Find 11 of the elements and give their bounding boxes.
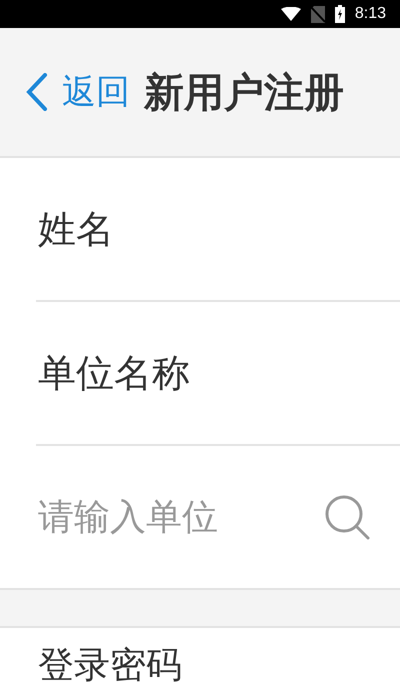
- field-label: 姓名: [38, 206, 114, 252]
- search-icon[interactable]: [324, 494, 370, 540]
- page-title: 新用户注册: [144, 68, 344, 118]
- chevron-left-icon: [26, 73, 48, 111]
- field-label: 登录密码: [38, 646, 182, 686]
- battery-charging-icon: [334, 5, 345, 23]
- no-sim-icon: [310, 6, 325, 22]
- field-label: 单位名称: [38, 350, 190, 396]
- clock-time: 8:13: [354, 5, 386, 23]
- back-button[interactable]: 返回: [26, 69, 130, 115]
- wifi-icon: [280, 7, 301, 21]
